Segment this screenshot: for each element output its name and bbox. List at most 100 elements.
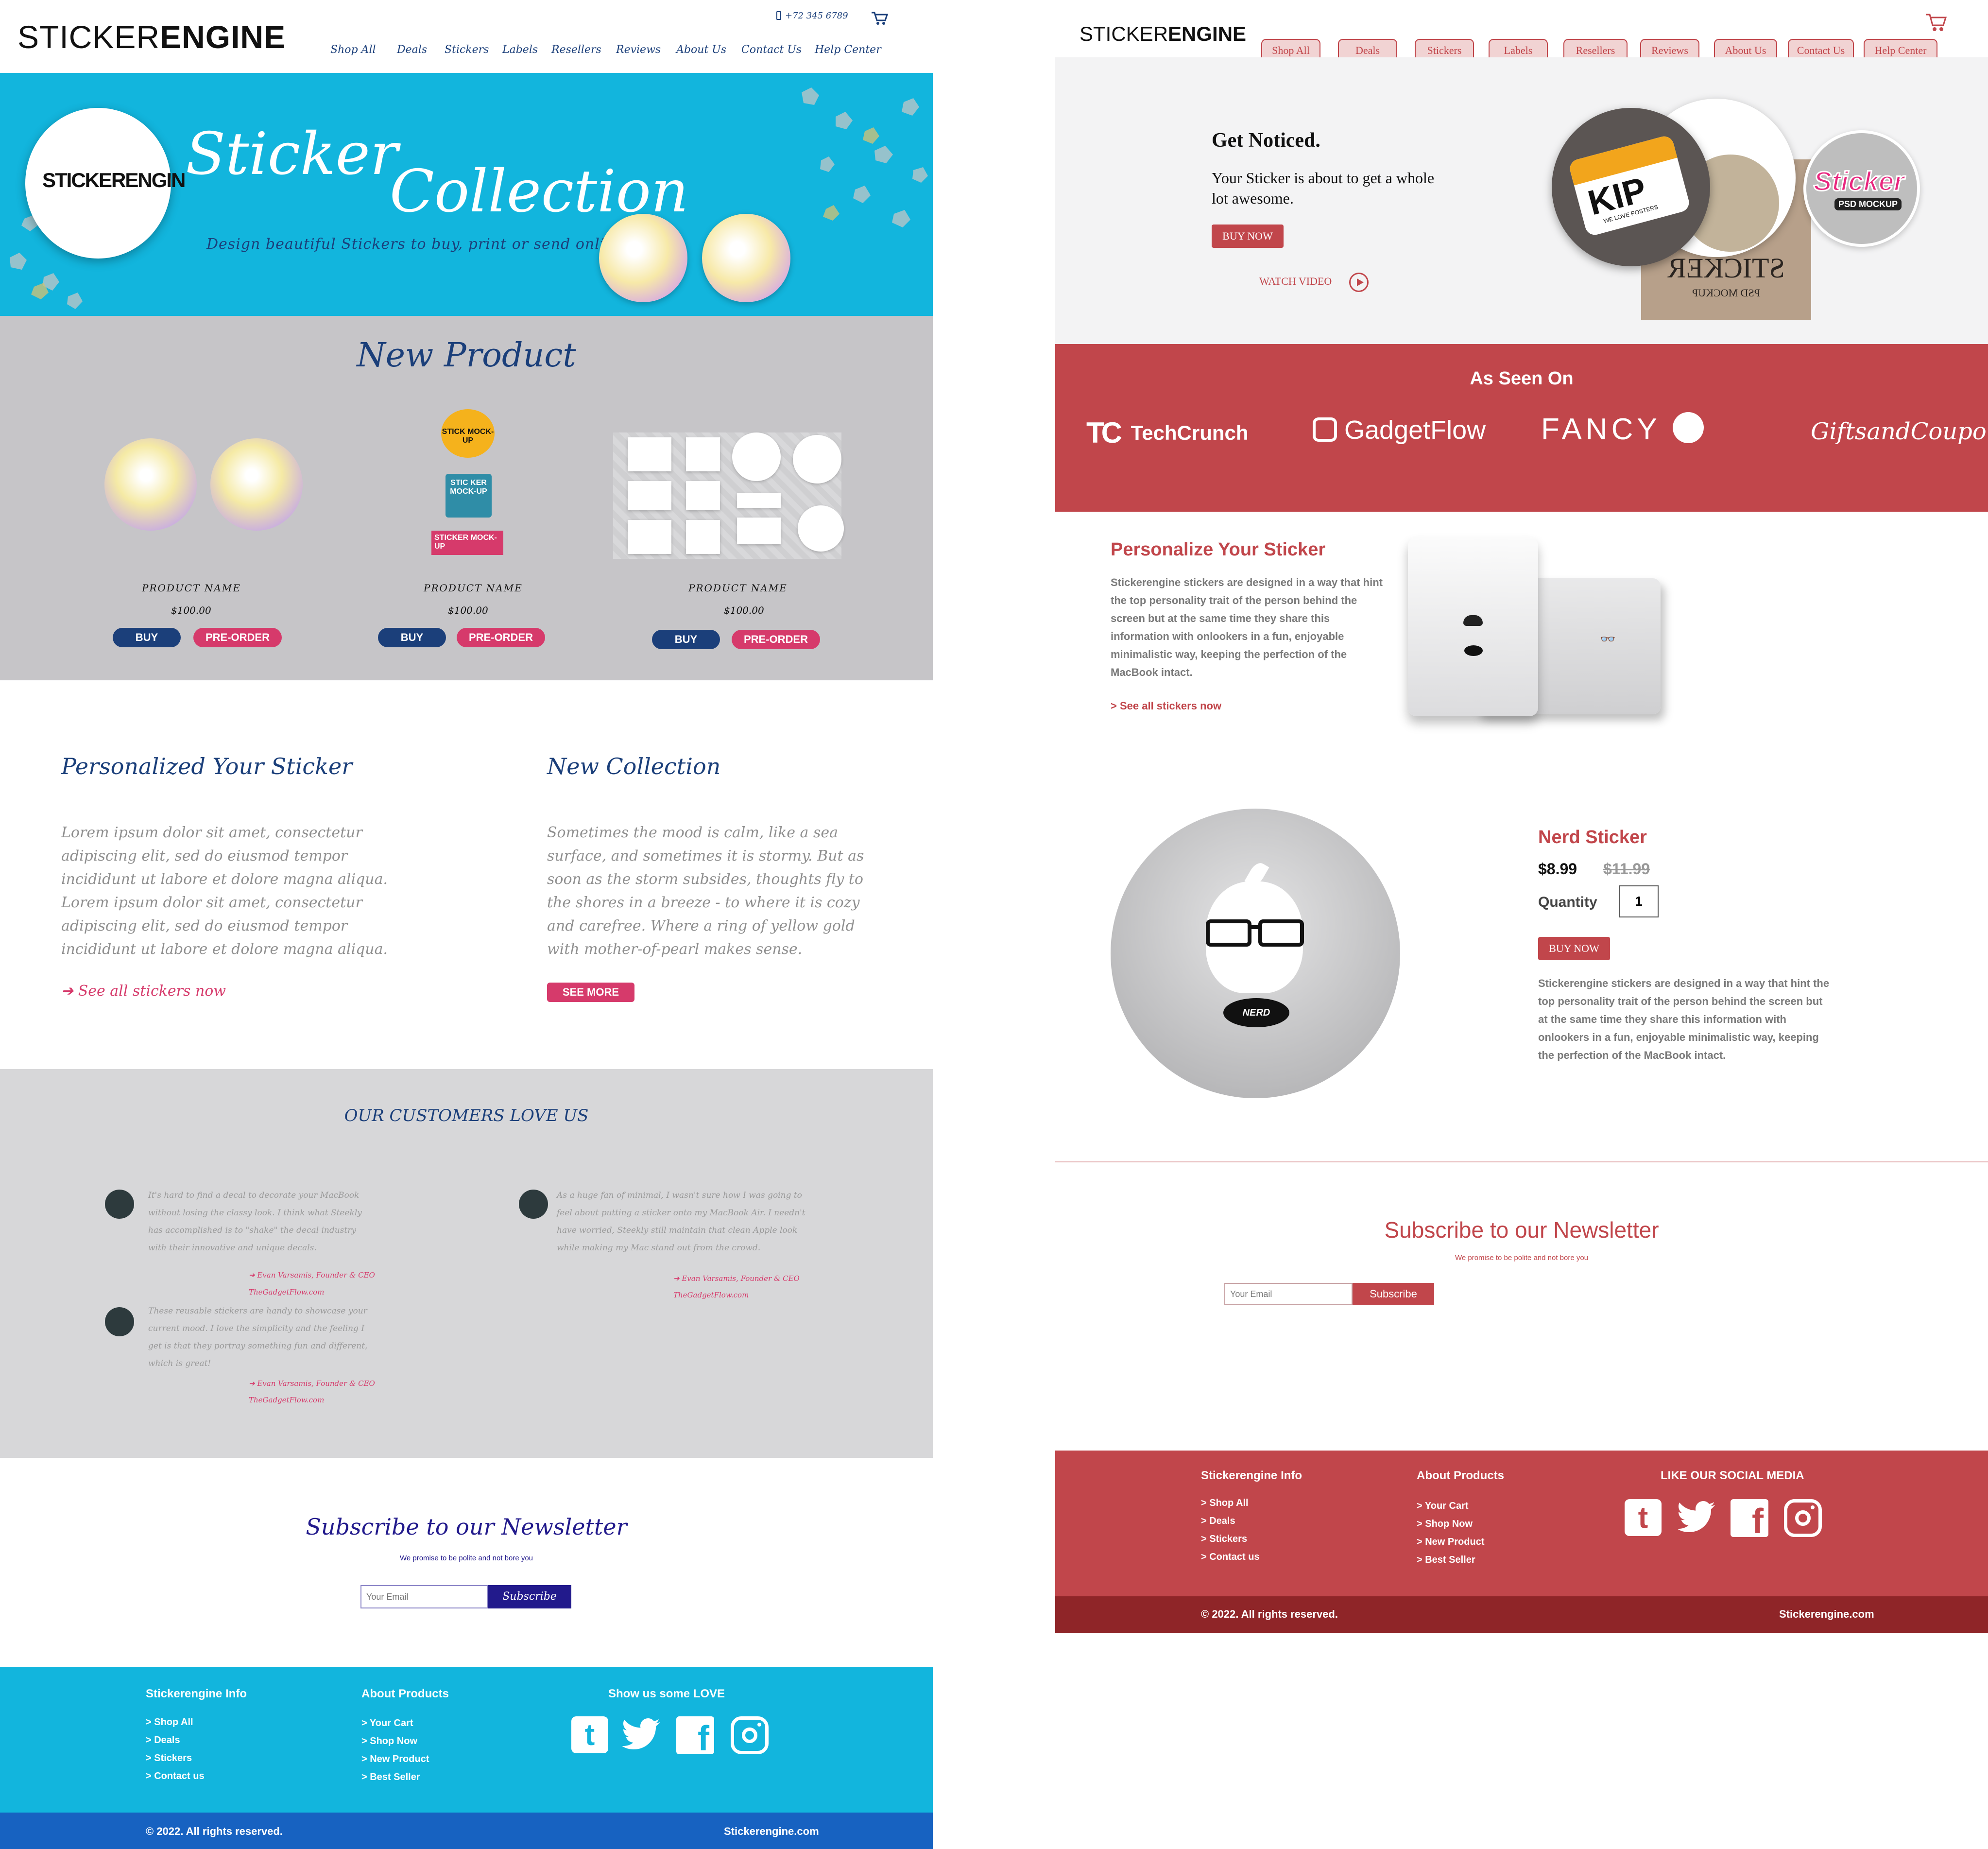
logo-fancy[interactable]: FANCY — [1541, 412, 1704, 447]
facebook-icon[interactable]: f — [1731, 1499, 1768, 1537]
product-buy-now-button[interactable]: BUY NOW — [1538, 937, 1610, 960]
psd-mockup-sticker: Sticker PSD MOCKUP — [1803, 130, 1920, 247]
tab-reviews[interactable]: Reviews — [1640, 39, 1699, 57]
facebook-icon[interactable]: f — [676, 1716, 714, 1754]
review-3-site[interactable]: TheGadgetFlow.com — [249, 1396, 324, 1404]
tab-labels[interactable]: Labels — [1489, 39, 1548, 57]
tumblr-icon[interactable]: t — [1625, 1499, 1662, 1536]
nav-reviews[interactable]: Reviews — [616, 44, 661, 56]
tab-resellers[interactable]: Resellers — [1563, 39, 1628, 57]
footer-link-shop-all[interactable]: > Shop All — [146, 1713, 205, 1731]
hero-sticker-badge: STICKERENGIN — [25, 108, 186, 259]
logo[interactable]: STICKERENGINE — [17, 18, 286, 55]
product-1-preorder-button[interactable]: PRE-ORDER — [193, 628, 282, 647]
product-3-buy-button[interactable]: BUY — [652, 630, 720, 649]
hero-section: Get Noticed. Your Sticker is about to ge… — [1055, 57, 1988, 344]
tab-about[interactable]: About Us — [1714, 39, 1777, 57]
personalize-see-all-link[interactable]: > See all stickers now — [1111, 700, 1221, 712]
product-1-buy-button[interactable]: BUY — [113, 628, 181, 647]
nav-labels[interactable]: Labels — [502, 44, 538, 56]
review-1-author-name: Evan Varsamis, Founder & CEO — [257, 1271, 375, 1279]
nav-shop-all[interactable]: Shop All — [330, 44, 376, 56]
play-icon — [1349, 273, 1369, 292]
fancy-icon — [1672, 412, 1704, 443]
tab-stickers[interactable]: Stickers — [1415, 39, 1474, 57]
logo-techcrunch[interactable]: TC TechCrunch — [1086, 416, 1249, 449]
see-all-stickers-link[interactable]: ➔ See all stickers now — [61, 983, 226, 1000]
footer-link-shop-now[interactable]: > Shop Now — [1417, 1515, 1484, 1533]
collection-heading: New Collection — [547, 753, 721, 779]
newsletter-email-input[interactable] — [360, 1585, 488, 1608]
cart-icon[interactable] — [1925, 13, 1947, 33]
footer-site-link[interactable]: Stickerengine.com — [1779, 1608, 1874, 1621]
as-seen-on-heading: As Seen On — [1470, 368, 1574, 389]
tab-help[interactable]: Help Center — [1864, 39, 1937, 57]
see-more-button[interactable]: SEE MORE — [547, 983, 634, 1002]
tab-contact[interactable]: Contact Us — [1788, 39, 1854, 57]
hero-title-line1: Sticker — [186, 121, 398, 188]
product-2-mock-pink: STICKER MOCK-UP — [431, 531, 503, 555]
quantity-input[interactable]: 1 — [1619, 885, 1659, 917]
newsletter-subscribe-button[interactable]: Subscribe — [1353, 1283, 1434, 1305]
footer-link-your-cart[interactable]: > Your Cart — [1417, 1497, 1484, 1515]
quantity-label: Quantity — [1538, 894, 1597, 910]
newsletter-subscribe-button[interactable]: Subscribe — [488, 1585, 571, 1608]
phone[interactable]: +72 345 6789 — [776, 11, 848, 21]
watch-video-link[interactable]: WATCH VIDEO — [1259, 273, 1369, 292]
review-2-site[interactable]: TheGadgetFlow.com — [673, 1291, 749, 1299]
product-name: Nerd Sticker — [1538, 827, 1647, 847]
hero-round-sticker-2 — [702, 214, 790, 302]
footer-link-stickers[interactable]: > Stickers — [1201, 1530, 1260, 1548]
instagram-icon[interactable] — [731, 1716, 769, 1754]
review-3-author: ➔ Evan Varsamis, Founder & CEO — [249, 1379, 375, 1388]
nav-deals[interactable]: Deals — [397, 44, 427, 56]
footer-link-stickers[interactable]: > Stickers — [146, 1749, 205, 1767]
cart-icon[interactable] — [871, 11, 888, 26]
footer-col2-title: About Products — [361, 1687, 449, 1700]
logo[interactable]: STICKERENGINE — [1080, 22, 1246, 46]
review-1-site[interactable]: TheGadgetFlow.com — [249, 1288, 324, 1296]
footer-link-best-seller[interactable]: > Best Seller — [361, 1768, 429, 1786]
hero-buy-now-button[interactable]: BUY NOW — [1212, 225, 1284, 248]
instagram-icon[interactable] — [1784, 1499, 1822, 1537]
footer-link-contact[interactable]: > Contact us — [146, 1767, 205, 1785]
nav-resellers[interactable]: Resellers — [551, 44, 601, 56]
footer-link-deals[interactable]: > Deals — [146, 1731, 205, 1749]
footer-link-contact[interactable]: > Contact us — [1201, 1548, 1260, 1566]
avatar — [519, 1190, 548, 1219]
footer-link-new-product[interactable]: > New Product — [1417, 1533, 1484, 1551]
gadgetflow-icon — [1313, 417, 1337, 442]
glasses-right — [1258, 919, 1304, 947]
nav-about[interactable]: About Us — [676, 44, 726, 56]
footer-link-deals[interactable]: > Deals — [1201, 1512, 1260, 1530]
nav-help[interactable]: Help Center — [815, 44, 881, 56]
footer-site-link[interactable]: Stickerengine.com — [724, 1825, 819, 1838]
newsletter-email-input[interactable] — [1224, 1283, 1353, 1305]
nerd-sticker-image: NERD — [1111, 809, 1400, 1098]
tab-shop-all[interactable]: Shop All — [1261, 39, 1320, 57]
tab-deals[interactable]: Deals — [1338, 39, 1397, 57]
logo-prefix: STICKER — [17, 19, 160, 55]
nav-stickers[interactable]: Stickers — [445, 44, 489, 56]
review-3-author-name: Evan Varsamis, Founder & CEO — [257, 1379, 375, 1388]
product-2-buy-button[interactable]: BUY — [378, 628, 446, 647]
footer-link-best-seller[interactable]: > Best Seller — [1417, 1551, 1484, 1569]
footer-link-shop-now[interactable]: > Shop Now — [361, 1732, 429, 1750]
mustache-icon — [1463, 615, 1483, 626]
review-3-text: These reusable stickers are handy to sho… — [148, 1306, 368, 1368]
product-2-preorder-button[interactable]: PRE-ORDER — [457, 628, 545, 647]
product-3-preorder-button[interactable]: PRE-ORDER — [732, 630, 820, 649]
right-page: STICKERENGINE Shop All Deals Stickers La… — [1055, 0, 1988, 1633]
twitter-icon[interactable] — [1677, 1501, 1716, 1534]
logo-gadgetflow[interactable]: GadgetFlow — [1313, 415, 1486, 445]
logo-giftsandcoupons[interactable]: GiftsandCoupons — [1811, 418, 1988, 445]
footer-link-your-cart[interactable]: > Your Cart — [361, 1714, 429, 1732]
twitter-icon[interactable] — [622, 1718, 661, 1751]
nav-contact[interactable]: Contact Us — [741, 44, 802, 56]
footer-link-new-product[interactable]: > New Product — [361, 1750, 429, 1768]
new-product-section: New Product STICK MOCK-UP STIC KER MOCK-… — [0, 316, 933, 680]
tumblr-icon[interactable]: t — [571, 1716, 608, 1753]
footer-link-shop-all[interactable]: > Shop All — [1201, 1494, 1260, 1512]
speech-bubble-icon — [1464, 645, 1483, 656]
psd-mockup-title: Sticker — [1813, 165, 1905, 197]
